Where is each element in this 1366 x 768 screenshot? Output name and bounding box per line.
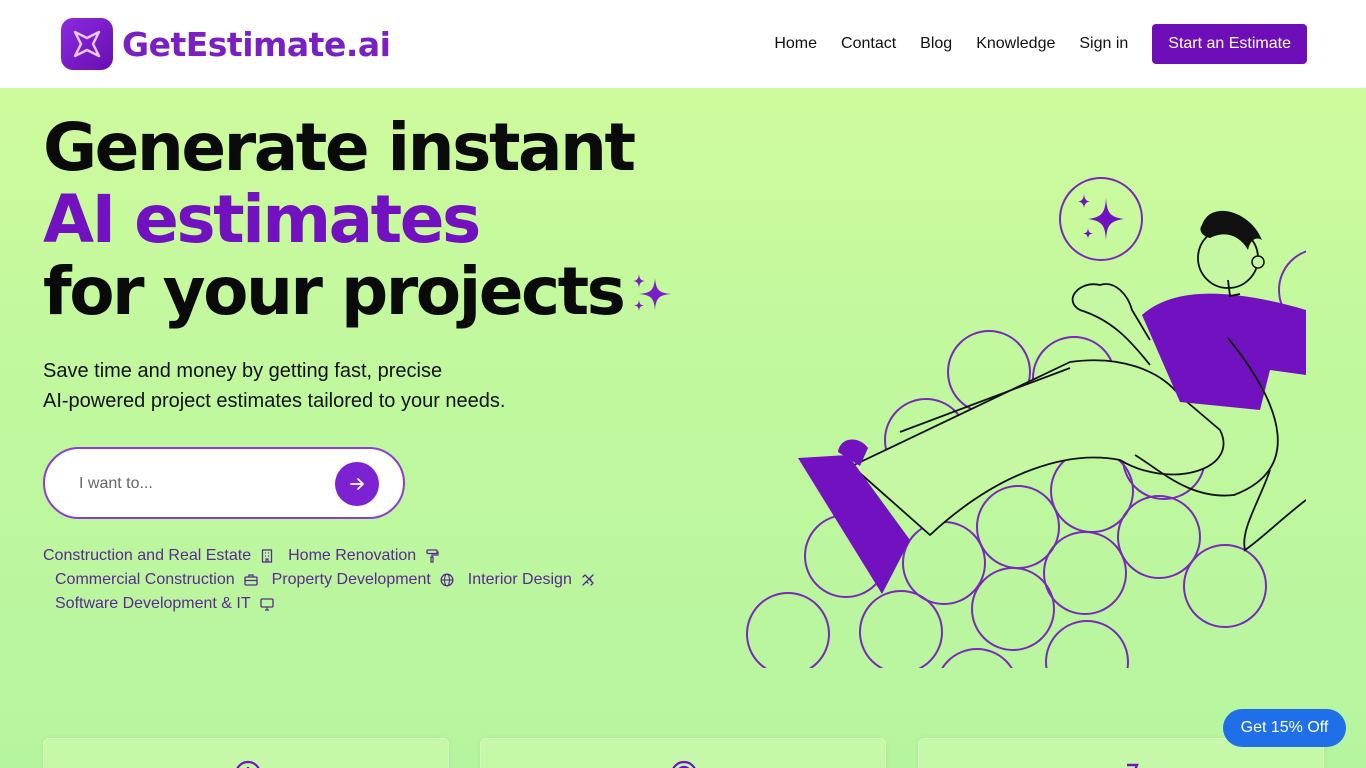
category-label: Software Development & IT [55, 595, 251, 612]
logo[interactable]: GetEstimate.ai [61, 18, 391, 70]
subtitle-line-1: Save time and money by getting fast, pre… [43, 360, 443, 382]
globe-icon [440, 573, 454, 587]
nav-home[interactable]: Home [774, 35, 817, 53]
target-icon [672, 760, 696, 768]
nav-sign-in[interactable]: Sign in [1079, 35, 1128, 53]
category-construction[interactable]: Construction and Real Estate [43, 547, 274, 565]
discount-button[interactable]: Get 15% Off [1223, 709, 1346, 747]
category-row: Commercial Construction Property Develop… [43, 568, 683, 592]
hero-line-2: AI estimates [43, 181, 481, 258]
feature-card [43, 738, 449, 768]
category-label: Construction and Real Estate [43, 547, 252, 564]
category-row: Construction and Real Estate Home Renova… [43, 544, 683, 568]
brand-name: GetEstimate.ai [122, 24, 391, 64]
monitor-icon [259, 597, 274, 611]
search-submit-button[interactable] [335, 462, 379, 506]
person-on-bubbles-illustration [746, 177, 1306, 668]
hero-illustration [740, 170, 1306, 668]
start-estimate-button[interactable]: Start an Estimate [1152, 24, 1307, 64]
category-commercial[interactable]: Commercial Construction [55, 571, 258, 589]
nav-contact[interactable]: Contact [841, 35, 896, 53]
category-list: Construction and Real Estate Home Renova… [43, 544, 683, 616]
category-software[interactable]: Software Development & IT [55, 595, 274, 613]
search-input[interactable] [79, 467, 329, 501]
category-row: Software Development & IT [43, 592, 683, 616]
feature-card [480, 738, 886, 768]
hero-subtitle: Save time and money by getting fast, pre… [43, 356, 505, 416]
hero-line-3: for your projects [43, 253, 626, 330]
subtitle-line-2: AI-powered project estimates tailored to… [43, 390, 506, 412]
category-label: Commercial Construction [55, 571, 235, 588]
logo-sparkle-icon [61, 18, 113, 70]
category-property-development[interactable]: Property Development [272, 571, 454, 589]
clock-icon [236, 760, 260, 768]
category-label: Property Development [271, 571, 431, 588]
main-nav: Home Contact Blog Knowledge Sign in Star… [774, 24, 1307, 64]
hero-line-3-wrap: for your projects [43, 256, 675, 332]
arrow-right-icon [350, 478, 364, 490]
lightning-icon [1127, 763, 1139, 768]
category-home-renovation[interactable]: Home Renovation [288, 547, 439, 565]
hero-heading: Generate instant AI estimates for your p… [43, 112, 675, 332]
briefcase-icon [243, 573, 258, 587]
paint-roller-icon [425, 549, 439, 563]
nav-blog[interactable]: Blog [920, 35, 952, 53]
nav-knowledge[interactable]: Knowledge [976, 35, 1055, 53]
search-box [43, 447, 405, 519]
category-interior-design[interactable]: Interior Design [468, 571, 595, 589]
category-label: Home Renovation [288, 547, 417, 564]
sparkle-icon [627, 260, 675, 332]
hero-line-1: Generate instant [43, 109, 636, 186]
building-icon [260, 549, 274, 563]
site-header: GetEstimate.ai Home Contact Blog Knowled… [0, 0, 1366, 88]
category-label: Interior Design [467, 571, 572, 588]
ruler-pencil-icon [581, 573, 595, 587]
